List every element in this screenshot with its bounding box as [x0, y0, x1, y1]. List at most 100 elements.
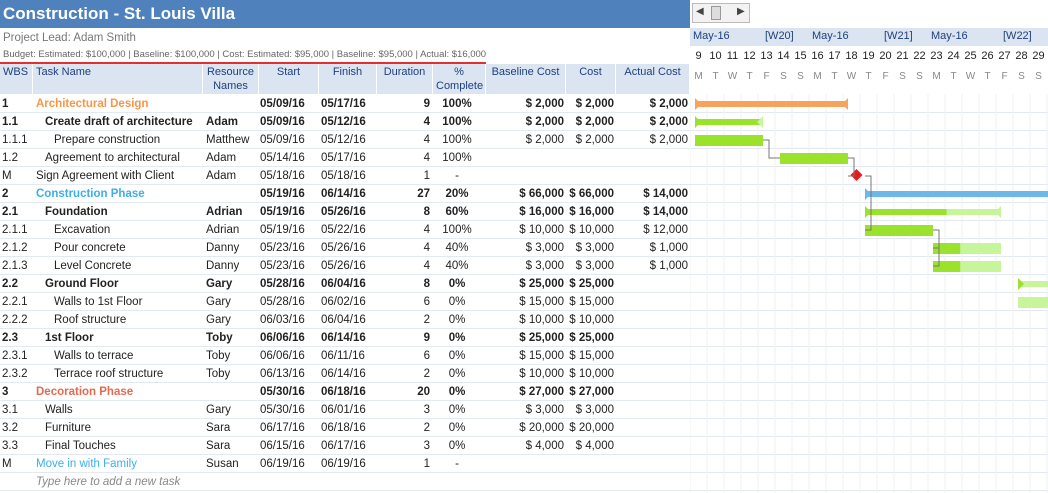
cell-actual[interactable]: $ 14,000 — [616, 185, 688, 203]
cell-res[interactable] — [206, 95, 259, 113]
cell-dur[interactable]: 2 — [377, 365, 430, 383]
cell-dur[interactable]: 4 — [377, 149, 430, 167]
cell-start[interactable]: 06/06/16 — [260, 329, 318, 347]
cell-task[interactable]: Agreement to architectural — [36, 149, 212, 167]
cell-actual[interactable] — [616, 383, 688, 401]
col-header-task[interactable]: Task Name — [33, 64, 203, 94]
cell-res[interactable] — [206, 383, 259, 401]
cell-dur[interactable]: 8 — [377, 275, 430, 293]
cell-cost[interactable]: $ 2,000 — [566, 131, 614, 149]
cell-actual[interactable]: $ 14,000 — [616, 203, 688, 221]
cell-wbs[interactable]: 2.3 — [2, 329, 33, 347]
cell-start[interactable]: 05/30/16 — [260, 383, 318, 401]
cell-base[interactable] — [486, 455, 564, 473]
cell-start[interactable]: 05/14/16 — [260, 149, 318, 167]
cell-finish[interactable]: 06/14/16 — [321, 185, 377, 203]
cell-wbs[interactable]: 2.1.3 — [2, 257, 33, 275]
cell-dur[interactable]: 9 — [377, 95, 430, 113]
cell-res[interactable]: Gary — [206, 293, 259, 311]
cell-actual[interactable] — [616, 329, 688, 347]
cell-wbs[interactable]: 2.3.1 — [2, 347, 33, 365]
cell-cost[interactable]: $ 2,000 — [566, 113, 614, 131]
cell-wbs[interactable]: 3.3 — [2, 437, 33, 455]
cell-task[interactable]: Final Touches — [36, 437, 212, 455]
cell-task[interactable]: Move in with Family — [36, 455, 203, 473]
cell-wbs[interactable]: 2.3.2 — [2, 365, 33, 383]
scroll-left-icon[interactable]: ◀ — [696, 6, 704, 17]
cell-cost[interactable]: $ 3,000 — [566, 257, 614, 275]
cell-finish[interactable]: 05/22/16 — [321, 221, 377, 239]
col-header-actual[interactable]: Actual Cost — [616, 64, 690, 94]
cell-dur[interactable]: 8 — [377, 203, 430, 221]
cell-wbs[interactable]: 2.2.2 — [2, 311, 33, 329]
cell-start[interactable]: 05/23/16 — [260, 257, 318, 275]
cell-base[interactable]: $ 25,000 — [486, 329, 564, 347]
cell-pct[interactable]: - — [433, 455, 481, 473]
cell-base[interactable]: $ 10,000 — [486, 365, 564, 383]
col-header-cost[interactable]: Cost — [566, 64, 616, 94]
cell-res[interactable]: Sara — [206, 437, 259, 455]
cell-start[interactable]: 05/09/16 — [260, 113, 318, 131]
cell-finish[interactable]: 06/18/16 — [321, 383, 377, 401]
cell-finish[interactable]: 05/26/16 — [321, 203, 377, 221]
cell-task[interactable]: Terrace roof structure — [36, 365, 221, 383]
cell-task[interactable]: Pour concrete — [36, 239, 221, 257]
cell-base[interactable]: $ 16,000 — [486, 203, 564, 221]
cell-dur[interactable]: 9 — [377, 329, 430, 347]
cell-actual[interactable]: $ 2,000 — [616, 113, 688, 131]
cell-base[interactable]: $ 10,000 — [486, 311, 564, 329]
cell-dur[interactable]: 6 — [377, 347, 430, 365]
cell-actual[interactable] — [616, 149, 688, 167]
cell-actual[interactable] — [616, 275, 688, 293]
cell-actual[interactable]: $ 1,000 — [616, 239, 688, 257]
cell-base[interactable]: $ 10,000 — [486, 221, 564, 239]
cell-finish[interactable]: 05/17/16 — [321, 95, 377, 113]
cell-wbs[interactable]: 2.1.1 — [2, 221, 33, 239]
cell-cost[interactable] — [566, 455, 614, 473]
cell-actual[interactable] — [616, 365, 688, 383]
cell-task[interactable]: Walls to 1st Floor — [36, 293, 221, 311]
cell-actual[interactable]: $ 12,000 — [616, 221, 688, 239]
cell-dur[interactable]: 6 — [377, 293, 430, 311]
cell-res[interactable]: Gary — [206, 401, 259, 419]
cell-base[interactable]: $ 3,000 — [486, 401, 564, 419]
cell-res[interactable]: Susan — [206, 455, 259, 473]
cell-finish[interactable]: 06/17/16 — [321, 437, 377, 455]
cell-res[interactable] — [206, 185, 259, 203]
cell-cost[interactable]: $ 10,000 — [566, 221, 614, 239]
cell-base[interactable]: $ 27,000 — [486, 383, 564, 401]
cell-finish[interactable]: 05/18/16 — [321, 167, 377, 185]
cell-start[interactable]: 06/03/16 — [260, 311, 318, 329]
cell-base[interactable]: $ 66,000 — [486, 185, 564, 203]
cell-pct[interactable]: 40% — [433, 257, 481, 275]
timeline-scroll-control[interactable]: ◀ ▶ — [692, 3, 750, 23]
cell-pct[interactable]: 0% — [433, 329, 481, 347]
cell-res[interactable]: Danny — [206, 257, 259, 275]
cell-finish[interactable]: 05/26/16 — [321, 239, 377, 257]
cell-res[interactable]: Toby — [206, 365, 259, 383]
cell-finish[interactable]: 05/12/16 — [321, 113, 377, 131]
cell-task[interactable]: 1st Floor — [36, 329, 212, 347]
cell-res[interactable]: Sara — [206, 419, 259, 437]
cell-pct[interactable]: 40% — [433, 239, 481, 257]
cell-base[interactable]: $ 2,000 — [486, 131, 564, 149]
cell-wbs[interactable]: 1.1 — [2, 113, 33, 131]
cell-actual[interactable] — [616, 437, 688, 455]
cell-cost[interactable]: $ 3,000 — [566, 239, 614, 257]
cell-pct[interactable]: 0% — [433, 365, 481, 383]
cell-pct[interactable]: 100% — [433, 149, 481, 167]
cell-wbs[interactable]: M — [2, 455, 33, 473]
cell-res[interactable]: Gary — [206, 311, 259, 329]
cell-wbs[interactable]: 3 — [2, 383, 33, 401]
cell-base[interactable] — [486, 167, 564, 185]
cell-actual[interactable] — [616, 293, 688, 311]
cell-finish[interactable]: 06/18/16 — [321, 419, 377, 437]
cell-pct[interactable]: 100% — [433, 131, 481, 149]
cell-pct[interactable]: 0% — [433, 275, 481, 293]
cell-actual[interactable] — [616, 167, 688, 185]
cell-wbs[interactable]: 2 — [2, 185, 33, 203]
cell-dur[interactable]: 27 — [377, 185, 430, 203]
cell-res[interactable]: Gary — [206, 275, 259, 293]
cell-finish[interactable]: 06/04/16 — [321, 311, 377, 329]
cell-wbs[interactable]: 2.2.1 — [2, 293, 33, 311]
